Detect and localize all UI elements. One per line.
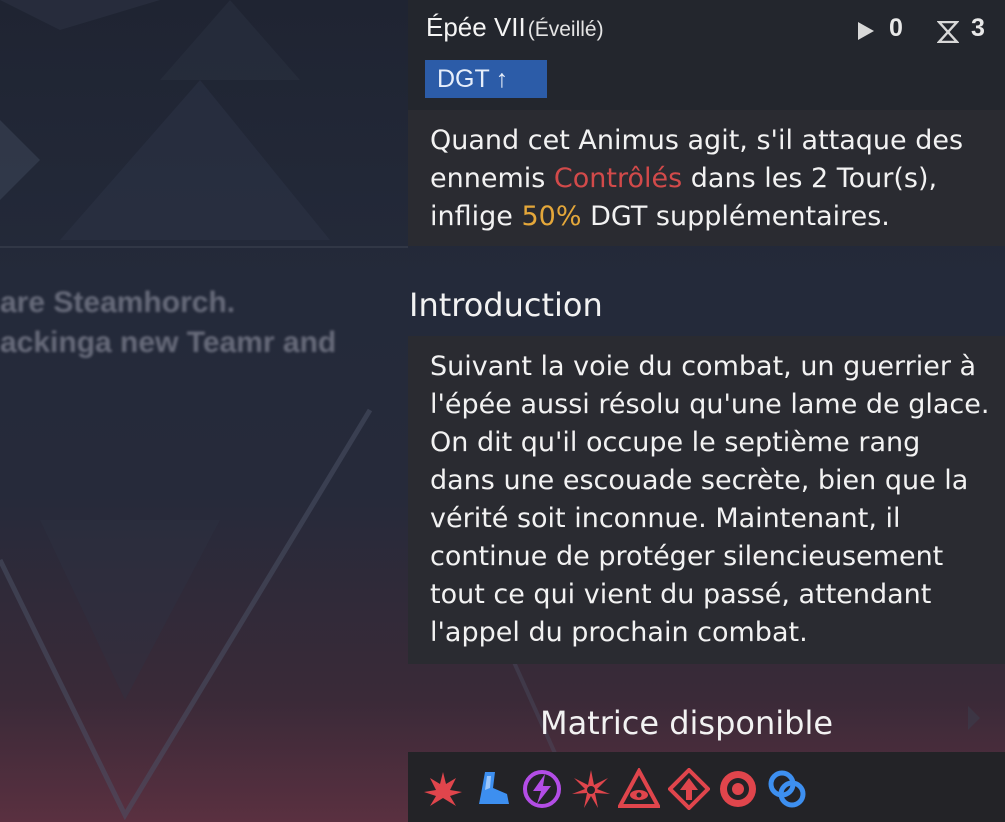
introduction-heading: Introduction [409,286,603,324]
flame-burst-icon[interactable] [422,768,464,810]
tag-label: DGT [437,65,490,93]
effect-highlight-percent: 50% [521,201,582,232]
introduction-text: Suivant la voie du combat, un guerrier à… [408,336,1005,664]
card-title: Épée VII(Éveillé) [426,12,604,43]
hourglass-icon [937,21,959,43]
background-art: are Steamhorch. ackinga new Teamr and [0,0,408,822]
card-name: Épée VII [426,12,526,42]
background-blurred-text: are Steamhorch. [0,286,236,319]
boot-icon[interactable] [473,768,515,810]
matrix-title: Matrice disponible [539,704,834,742]
card-state: (Éveillé) [527,18,604,41]
link-chain-icon[interactable] [766,768,808,810]
diamond-arrow-icon[interactable] [668,768,710,810]
hourglass-value: 3 [971,14,985,42]
card-header: Épée VII(Éveillé) DGT ↑ 0 3 [408,0,1005,110]
effect-description: Quand cet Animus agit, s'il attaque des … [408,110,1005,246]
eye-triangle-icon[interactable] [618,768,660,810]
spiked-star-icon[interactable] [570,768,612,810]
play-icon [858,22,874,40]
background-triangles [0,0,408,821]
effect-text: DGT supplémentaires. [581,201,890,232]
dgt-tag: DGT ↑ [425,60,547,98]
ring-target-icon[interactable] [717,768,759,810]
effect-highlight-controlled: Contrôlés [553,163,683,194]
arrow-up-icon: ↑ [495,65,509,93]
matrix-icon-bar [408,752,1005,822]
lightning-orb-icon[interactable] [521,768,563,810]
play-count-value: 0 [889,14,903,42]
background-blurred-text: ackinga new Teamr and [0,326,337,359]
